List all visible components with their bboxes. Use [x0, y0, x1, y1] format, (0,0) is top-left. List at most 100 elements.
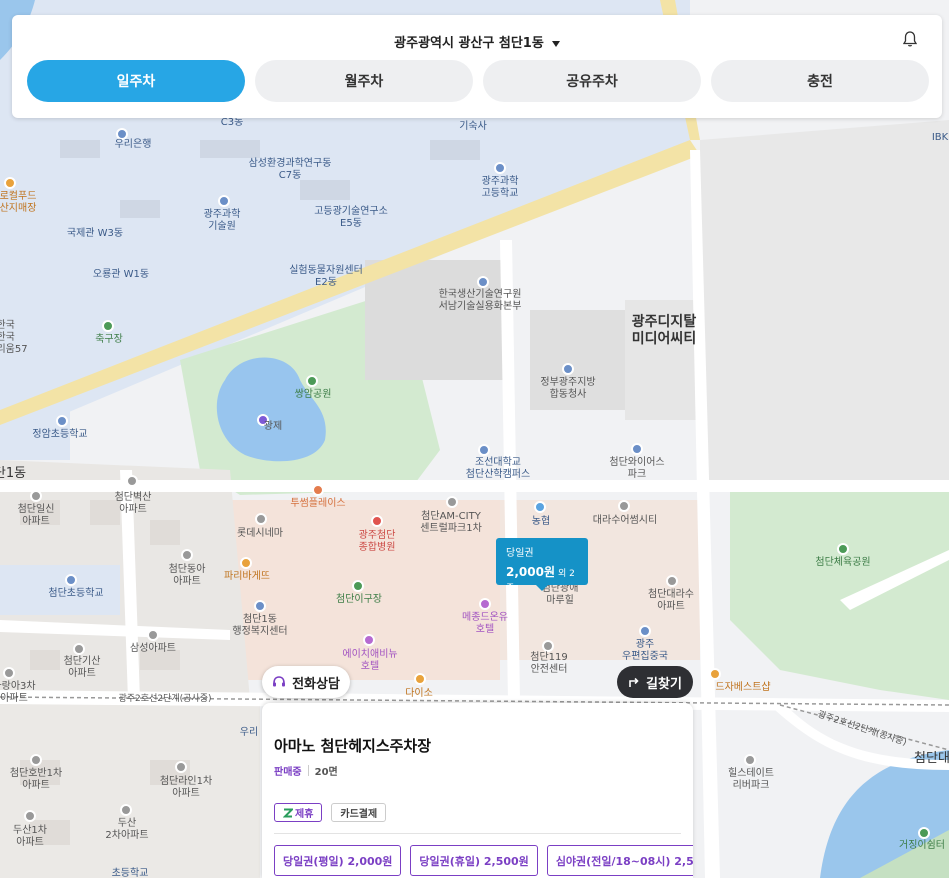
map-label: 우리은행: [114, 139, 152, 150]
map-label: 투썸플레이스: [290, 498, 346, 509]
directions-button[interactable]: 길찾기: [617, 666, 693, 698]
tab-shared[interactable]: 공유주차: [483, 60, 701, 102]
apartment-poi-icon: [126, 475, 138, 487]
hospital-poi-icon: [371, 515, 383, 527]
map-label: 한국 한국 리움57: [0, 320, 28, 355]
map-label: 에이치애비뉴 호텔: [342, 649, 398, 672]
parking-lot-meta: 판매중 20면: [274, 763, 338, 778]
map-label: 첨단와이어스 파크: [609, 457, 665, 480]
apartment-poi-icon: [24, 810, 36, 822]
sports-poi-icon: [837, 543, 849, 555]
field-poi-icon: [102, 320, 114, 332]
map-label: 첨단기산 아파트: [63, 656, 101, 679]
feature-badges: 제휴 카드결제: [274, 803, 387, 822]
map-label: 고등광기술연구소 E5동: [314, 206, 388, 229]
map-label: 메종드온유 호텔: [462, 612, 508, 635]
call-consult-label: 전화상담: [292, 676, 340, 692]
map-label: 힐스테이트 리버파크: [728, 768, 774, 791]
map-label: 광제: [263, 421, 283, 432]
apartment-poi-icon: [3, 667, 15, 679]
map-label: 첨단일신 아파트: [17, 504, 55, 527]
tab-monthly[interactable]: 월주차: [255, 60, 473, 102]
map-label: 우리: [239, 727, 259, 738]
ticket-weekday-daily[interactable]: 당일권(평일) 2,000원: [274, 845, 402, 876]
apartment-poi-icon: [181, 549, 193, 561]
map-label: 국제관 W3동: [66, 228, 124, 239]
sale-status: 판매중: [274, 767, 302, 778]
map-label: 삼성아파트: [130, 643, 176, 654]
ticket-holiday-daily[interactable]: 당일권(휴일) 2,500원: [410, 845, 538, 876]
shop-poi-icon: [709, 668, 721, 680]
location-label: 광주광역시 광산구 첨단1동: [394, 36, 544, 51]
institute-poi-icon: [477, 276, 489, 288]
apartment-poi-icon: [147, 629, 159, 641]
bell-icon[interactable]: [903, 31, 917, 47]
map-label: 대라수어썸시티: [592, 515, 658, 526]
map-label: 두산1차 아파트: [13, 825, 47, 848]
school-poi-icon: [65, 574, 77, 586]
map-label: 광주과학 고등학교: [481, 176, 519, 199]
map-label: 드자베스트샵: [715, 682, 771, 693]
partner-badge-label: 제휴: [295, 809, 314, 820]
market-poi-icon: [352, 580, 364, 592]
map-label: 광주2호선2단계(공사중): [118, 694, 212, 704]
office-poi-icon: [631, 443, 643, 455]
store-poi-icon: [4, 177, 16, 189]
directions-label: 길찾기: [646, 676, 682, 692]
map-label: 조선대학교 첨단산학캠퍼스: [465, 457, 531, 480]
apartment-poi-icon: [618, 500, 630, 512]
map-label: 사랑아3차 아파트: [0, 681, 36, 704]
ticket-night[interactable]: 심야권(전일/18~08시) 2,500원: [546, 845, 693, 876]
card-divider: [274, 833, 681, 834]
parking-lot-title: 아마노 첨단헤지스주차장: [274, 737, 432, 755]
top-panel: 광주광역시 광산구 첨단1동 일주차 월주차 공유주차 충전: [12, 15, 942, 118]
map-label: 로컬푸드 산지매장: [0, 191, 37, 214]
parking-price-marker[interactable]: 당일권 2,000원 외 2종: [496, 538, 588, 594]
office-poi-icon: [254, 600, 266, 612]
government-poi-icon: [562, 363, 574, 375]
partner-logo-icon: [283, 808, 293, 817]
tab-daily[interactable]: 일주차: [27, 60, 245, 102]
map-label: 초등학교: [111, 868, 149, 878]
map-label: C3동: [220, 117, 244, 128]
bank-poi-icon: [534, 501, 546, 513]
apartment-poi-icon: [744, 754, 756, 766]
apartment-poi-icon: [175, 761, 187, 773]
map-label: 첨단1동 행정복지센터: [232, 614, 288, 637]
map-label: 광주 우편집중국: [622, 639, 668, 662]
map-label: 다이소: [405, 688, 433, 699]
hotel-poi-icon: [479, 598, 491, 610]
marker-price: 2,000원: [506, 565, 555, 579]
call-consult-button[interactable]: 전화상담: [262, 666, 350, 698]
map-label: 한국생산기술연구원 서남기술실용화본부: [438, 289, 522, 312]
parking-lot-card[interactable]: 아마노 첨단헤지스주차장 판매중 20면 제휴 카드결제 당일권(평일) 2,0…: [262, 703, 693, 878]
map-label: 첨단라인1차 아파트: [159, 776, 213, 799]
school-poi-icon: [478, 444, 490, 456]
card-payment-badge: 카드결제: [331, 803, 387, 822]
map-label: 광주디지탈 미디어씨티: [631, 314, 697, 347]
map-label: IBK: [931, 132, 949, 143]
post-poi-icon: [639, 625, 651, 637]
hotel-poi-icon: [363, 634, 375, 646]
marker-ticket-type: 당일권: [506, 548, 534, 559]
map-label: 첨단AM-CITY 센트럴파크1차: [420, 511, 482, 534]
shop-poi-icon: [414, 673, 426, 685]
map-label: 첨단이구장: [336, 594, 382, 605]
map-label: 기숙사: [459, 121, 487, 132]
tab-charging[interactable]: 충전: [711, 60, 929, 102]
map-label: 첨단벽산 아파트: [114, 492, 152, 515]
map-label: 농협: [531, 516, 551, 527]
ticket-list: 당일권(평일) 2,000원 당일권(휴일) 2,500원 심야권(전일/18~…: [274, 845, 693, 876]
map-label: 축구장: [95, 334, 123, 345]
meta-divider: [307, 765, 309, 776]
map-label: 정부광주지방 합동청사: [540, 377, 596, 400]
location-selector[interactable]: 광주광역시 광산구 첨단1동: [12, 32, 942, 51]
map-label: 오룡관 W1동: [92, 269, 150, 280]
apartment-poi-icon: [73, 643, 85, 655]
apartment-poi-icon: [120, 804, 132, 816]
map-label: 첨단대: [914, 751, 949, 766]
map-label: 쌍암공원: [294, 389, 332, 400]
apartment-poi-icon: [30, 754, 42, 766]
map-label: 정암초등학교: [32, 429, 88, 440]
cafe-poi-icon: [312, 484, 324, 496]
